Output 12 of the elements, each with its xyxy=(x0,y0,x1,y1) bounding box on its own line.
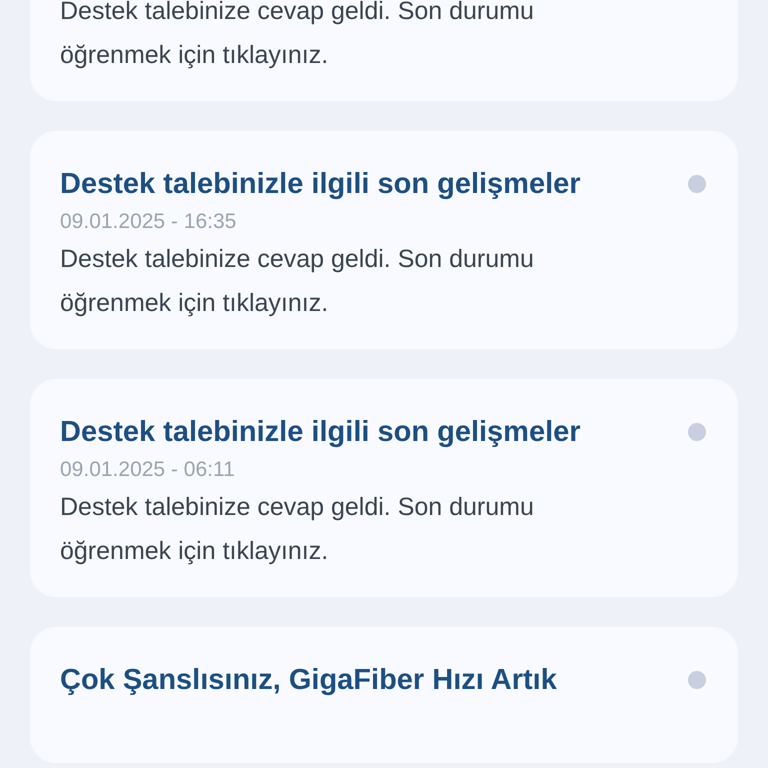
notification-date: 09.01.2025 - 16:35 xyxy=(60,209,238,235)
notification-body: Destek talebinize cevap geldi. Son durumu öğrenmek için tıklayınız. xyxy=(60,0,535,71)
notification-date: 09.01.2025 - 06:11 xyxy=(60,457,236,483)
notification-card[interactable]: Destek talebinize cevap geldi. Son durumu öğrenmek için tıklayınız. xyxy=(30,0,738,101)
notification-card[interactable]: Destek talebinizle ilgili son gelişmeler 09.01.2025 - 16:35 Destek talebinize cevap geldi. Son durumu öğrenmek için tıklayınız. xyxy=(30,131,738,349)
notification-title: Çok Şanslısınız, GigaFiber Hızı Artık xyxy=(60,663,558,698)
notification-title: Destek talebinizle ilgili son gelişmeler xyxy=(60,415,582,450)
notification-body: Destek talebinize cevap geldi. Son durumu öğrenmek için tıklayınız. xyxy=(60,244,535,319)
notification-body: Destek talebinize cevap geldi. Son durumu öğrenmek için tıklayınız. xyxy=(60,492,535,567)
notification-card[interactable]: Çok Şanslısınız, GigaFiber Hızı Artık xyxy=(30,627,738,763)
notification-card[interactable]: Destek talebinizle ilgili son gelişmeler 09.01.2025 - 06:11 Destek talebinize cevap geldi. Son durumu öğrenmek için tıklayınız. xyxy=(30,379,738,597)
notification-title: Destek talebinizle ilgili son gelişmeler xyxy=(60,167,582,202)
